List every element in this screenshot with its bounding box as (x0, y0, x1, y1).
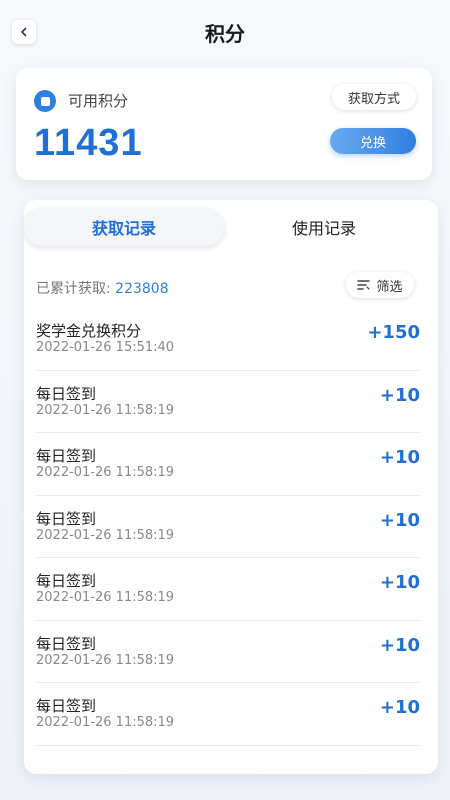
filter-icon (357, 280, 371, 290)
earned-summary-value: 223808 (115, 281, 169, 297)
points-page: 积分 可用积分 11431 获取方式 兑换 获取记录 使用记录 已累计获取: 2… (0, 0, 450, 800)
record-time: 2022-01-26 11:58:19 (36, 652, 175, 668)
record-time: 2022-01-26 11:58:19 (36, 402, 175, 418)
points-label: 可用积分 (68, 92, 129, 110)
earned-summary-label: 已累计获取: (36, 281, 111, 297)
record-row[interactable]: 每日签到 2022-01-26 11:58:19 +10 (36, 558, 420, 621)
record-row[interactable]: 每日签到 2022-01-26 11:58:19 +10 (36, 371, 420, 433)
points-value: 11431 (34, 122, 143, 164)
record-amount: +10 (379, 697, 420, 718)
exchange-button[interactable]: 兑换 (330, 128, 416, 154)
record-time: 2022-01-26 11:58:19 (36, 590, 175, 605)
filter-button[interactable]: 筛选 (346, 272, 414, 298)
record-amount: +10 (379, 447, 420, 468)
coin-icon (34, 90, 56, 112)
earn-method-button[interactable]: 获取方式 (332, 84, 416, 110)
header: 积分 (0, 0, 450, 64)
record-amount: +10 (379, 384, 420, 406)
record-time: 2022-01-26 11:58:19 (36, 715, 175, 730)
record-amount: +10 (379, 634, 420, 656)
record-name: 奖学金兑换积分 (36, 322, 142, 340)
record-amount: +150 (367, 322, 420, 343)
record-amount: +10 (379, 509, 420, 531)
earned-summary: 已累计获取: 223808 (36, 278, 169, 298)
record-name: 每日签到 (36, 634, 97, 653)
tab-bar: 获取记录 使用记录 (24, 200, 438, 252)
record-row[interactable]: 每日签到 2022-01-26 11:58:19 +10 (36, 621, 420, 683)
record-amount: +10 (379, 572, 420, 593)
points-card: 可用积分 11431 获取方式 兑换 (16, 68, 432, 180)
record-row[interactable]: 奖学金兑换积分 2022-01-26 15:51:40 +150 (36, 308, 420, 371)
record-time: 2022-01-26 11:58:19 (36, 527, 175, 543)
page-title: 积分 (205, 22, 245, 46)
record-time: 2022-01-26 11:58:19 (36, 465, 175, 480)
record-name: 每日签到 (36, 697, 97, 715)
record-row[interactable]: 每日签到 2022-01-26 11:58:19 +10 (36, 433, 420, 496)
records-list: 奖学金兑换积分 2022-01-26 15:51:40 +150 每日签到 20… (24, 308, 438, 746)
tab-use-records[interactable]: 使用记录 (224, 208, 424, 246)
record-time: 2022-01-26 15:51:40 (36, 340, 175, 355)
tab-earn-records[interactable]: 获取记录 (24, 208, 224, 246)
filter-label: 筛选 (376, 279, 403, 295)
record-row[interactable]: 每日签到 2022-01-26 11:58:19 +10 (36, 496, 420, 558)
record-name: 每日签到 (36, 509, 97, 528)
records-card: 获取记录 使用记录 已累计获取: 223808 筛选 奖学金兑换积分 2022-… (24, 200, 438, 774)
record-name: 每日签到 (36, 384, 97, 403)
record-name: 每日签到 (36, 572, 97, 590)
record-row[interactable]: 每日签到 2022-01-26 11:58:19 +10 (36, 683, 420, 746)
record-name: 每日签到 (36, 447, 97, 465)
